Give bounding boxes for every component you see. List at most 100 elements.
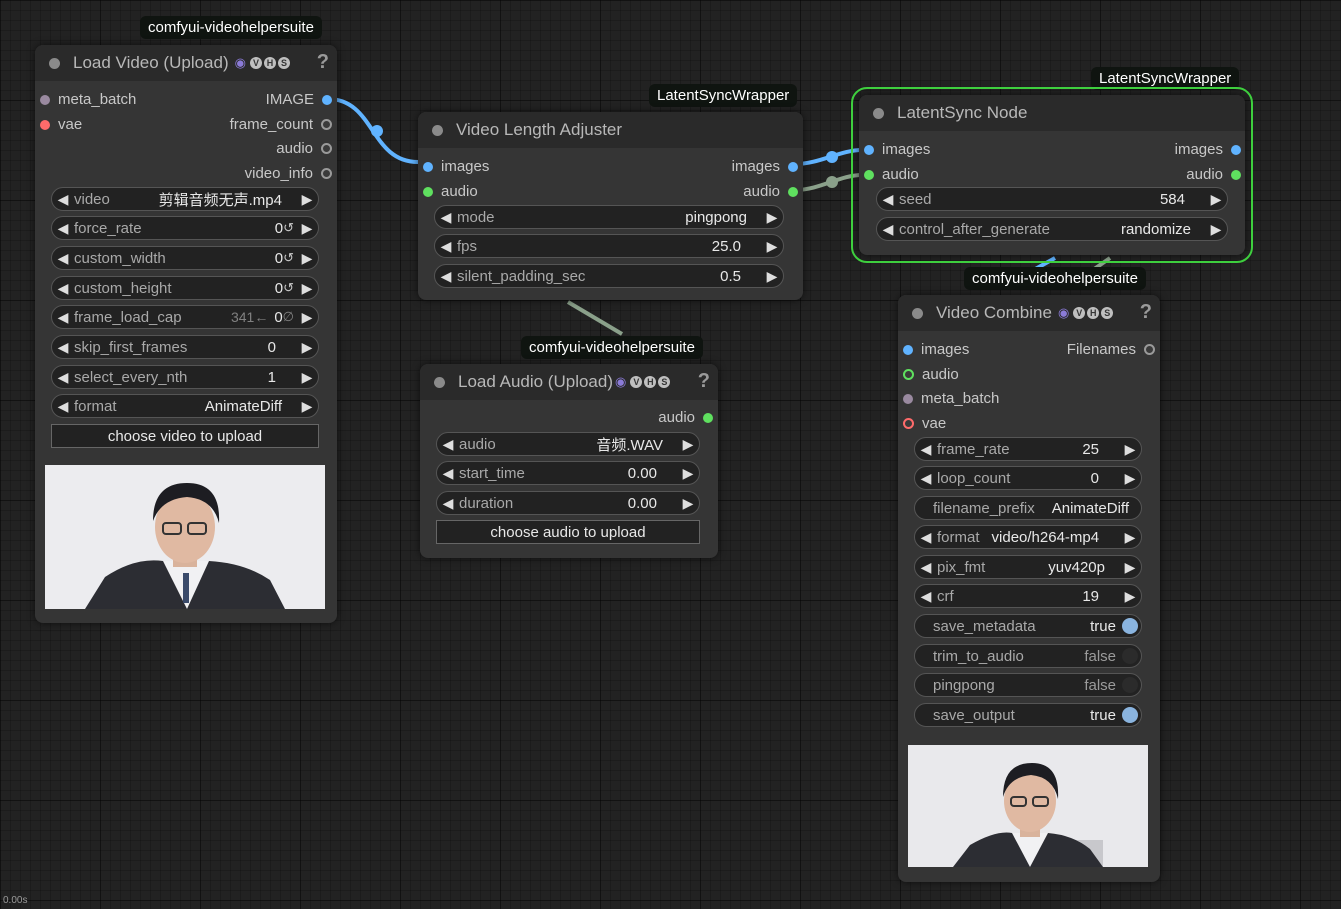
input-slot[interactable]: [864, 169, 874, 180]
output-audio[interactable]: audio: [1186, 166, 1241, 183]
node-header[interactable]: Video Combine ◉ V H S ?: [898, 295, 1160, 331]
choose-audio-upload-button[interactable]: choose audio to upload: [436, 520, 700, 544]
output-video-info[interactable]: video_info: [245, 165, 332, 182]
input-meta-batch[interactable]: meta_batch: [40, 91, 136, 108]
select-every-nth-number[interactable]: ◀ select_every_nth 1 ▶: [51, 365, 319, 389]
skip-first-frames-number[interactable]: ◀ skip_first_frames 0 ▶: [51, 335, 319, 359]
input-slot[interactable]: [423, 161, 433, 172]
arrow-right-icon[interactable]: ▶: [296, 369, 318, 386]
arrow-left-icon[interactable]: ◀: [877, 191, 899, 208]
input-slot[interactable]: [864, 144, 874, 155]
output-slot[interactable]: [788, 186, 798, 197]
arrow-right-icon[interactable]: ▶: [296, 220, 318, 237]
arrow-left-icon[interactable]: ◀: [915, 441, 937, 458]
arrow-left-icon[interactable]: ◀: [435, 209, 457, 226]
video-combo[interactable]: ◀ video 剪辑音频无声.mp4 ▶: [51, 187, 319, 211]
arrow-right-icon[interactable]: ▶: [1119, 441, 1141, 458]
reset-icon[interactable]: ↺: [283, 250, 294, 266]
node-header[interactable]: Video Length Adjuster: [418, 112, 803, 148]
arrow-left-icon[interactable]: ◀: [915, 529, 937, 546]
node-header[interactable]: LatentSync Node: [859, 95, 1245, 131]
control-after-generate-combo[interactable]: ◀ control_after_generate randomize ▶: [876, 217, 1228, 241]
input-slot[interactable]: [40, 119, 50, 130]
output-audio[interactable]: audio: [743, 183, 798, 200]
arrow-left-icon[interactable]: ◀: [52, 220, 74, 237]
arrow-right-icon[interactable]: ▶: [1205, 191, 1227, 208]
output-slot[interactable]: [321, 119, 332, 130]
output-frame-count[interactable]: frame_count: [230, 116, 332, 133]
input-slot[interactable]: [40, 94, 50, 105]
node-header[interactable]: Load Video (Upload) ◉ V H S ?: [35, 45, 337, 81]
collapse-dot-icon[interactable]: [434, 376, 445, 388]
arrow-right-icon[interactable]: ▶: [677, 436, 699, 453]
input-slot[interactable]: [423, 186, 433, 197]
output-slot[interactable]: [321, 168, 332, 179]
save-metadata-toggle[interactable]: save_metadata true: [914, 614, 1142, 638]
reset-icon[interactable]: ↺: [283, 280, 294, 296]
arrow-right-icon[interactable]: ▶: [296, 398, 318, 415]
save-output-toggle[interactable]: save_output true: [914, 703, 1142, 727]
video-length-adjuster-node[interactable]: Video Length Adjuster images audio image…: [418, 112, 803, 300]
toggle-knob-icon[interactable]: [1122, 618, 1138, 634]
arrow-right-icon[interactable]: ▶: [296, 250, 318, 267]
input-audio[interactable]: audio: [423, 183, 478, 200]
arrow-left-icon[interactable]: ◀: [435, 268, 457, 285]
format-combo[interactable]: ◀ format video/h264-mp4 ▶: [914, 525, 1142, 549]
fps-number[interactable]: ◀ fps 25.0 ▶: [434, 234, 784, 258]
arrow-left-icon[interactable]: ◀: [437, 436, 459, 453]
help-icon[interactable]: ?: [1140, 301, 1152, 324]
arrow-left-icon[interactable]: ◀: [52, 280, 74, 297]
video-preview[interactable]: [45, 465, 325, 609]
frame-load-cap-number[interactable]: ◀ frame_load_cap 341← 0 ∅ ▶: [51, 305, 319, 329]
input-audio[interactable]: audio: [864, 166, 919, 183]
arrow-left-icon[interactable]: ◀: [435, 238, 457, 255]
input-slot[interactable]: [903, 418, 914, 429]
arrow-left-icon[interactable]: ◀: [915, 588, 937, 605]
reset-icon[interactable]: ↺: [283, 220, 294, 236]
output-images[interactable]: images: [1175, 141, 1241, 158]
mode-combo[interactable]: ◀ mode pingpong ▶: [434, 205, 784, 229]
video-combine-node[interactable]: Video Combine ◉ V H S ? images audio met…: [898, 295, 1160, 882]
output-slot[interactable]: [1231, 169, 1241, 180]
load-audio-node[interactable]: Load Audio (Upload) ◉ V H S ? audio ◀ aud…: [420, 364, 718, 558]
disable-icon[interactable]: ∅: [283, 309, 294, 325]
choose-video-upload-button[interactable]: choose video to upload: [51, 424, 319, 448]
input-images[interactable]: images: [423, 158, 489, 175]
input-slot[interactable]: [903, 369, 914, 380]
trim-to-audio-toggle[interactable]: trim_to_audio false: [914, 644, 1142, 668]
toggle-knob-icon[interactable]: [1122, 677, 1138, 693]
arrow-left-icon[interactable]: ◀: [915, 559, 937, 576]
load-video-node[interactable]: Load Video (Upload) ◉ V H S ? meta_batch…: [35, 45, 337, 623]
filename-prefix-text[interactable]: filename_prefix AnimateDiff: [914, 496, 1142, 520]
input-slot[interactable]: [903, 393, 913, 404]
input-vae[interactable]: vae: [40, 116, 82, 133]
seed-number[interactable]: ◀ seed 584 ▶: [876, 187, 1228, 211]
arrow-right-icon[interactable]: ▶: [761, 209, 783, 226]
collapse-dot-icon[interactable]: [912, 307, 923, 319]
input-images[interactable]: images: [864, 141, 930, 158]
arrow-left-icon[interactable]: ◀: [52, 369, 74, 386]
custom-width-number[interactable]: ◀ custom_width 0 ↺ ▶: [51, 246, 319, 270]
start-time-number[interactable]: ◀ start_time 0.00 ▶: [436, 461, 700, 485]
arrow-right-icon[interactable]: ▶: [761, 238, 783, 255]
output-slot[interactable]: [322, 94, 332, 105]
arrow-right-icon[interactable]: ▶: [677, 495, 699, 512]
output-slot[interactable]: [1231, 144, 1241, 155]
input-meta-batch[interactable]: meta_batch: [903, 390, 999, 407]
arrow-right-icon[interactable]: ▶: [296, 280, 318, 297]
format-combo[interactable]: ◀ format AnimateDiff ▶: [51, 394, 319, 418]
audio-combo[interactable]: ◀ audio 音频.WAV ▶: [436, 432, 700, 456]
duration-number[interactable]: ◀ duration 0.00 ▶: [436, 491, 700, 515]
frame-rate-number[interactable]: ◀ frame_rate 25 ▶: [914, 437, 1142, 461]
silent-padding-sec-number[interactable]: ◀ silent_padding_sec 0.5 ▶: [434, 264, 784, 288]
input-vae[interactable]: vae: [903, 415, 946, 432]
help-icon[interactable]: ?: [698, 370, 710, 393]
collapse-dot-icon[interactable]: [873, 107, 884, 119]
custom-height-number[interactable]: ◀ custom_height 0 ↺ ▶: [51, 276, 319, 300]
toggle-knob-icon[interactable]: [1122, 648, 1138, 664]
output-image[interactable]: IMAGE: [266, 91, 332, 108]
arrow-right-icon[interactable]: ▶: [761, 268, 783, 285]
arrow-left-icon[interactable]: ◀: [437, 465, 459, 482]
arrow-right-icon[interactable]: ▶: [677, 465, 699, 482]
input-slot[interactable]: [903, 344, 913, 355]
